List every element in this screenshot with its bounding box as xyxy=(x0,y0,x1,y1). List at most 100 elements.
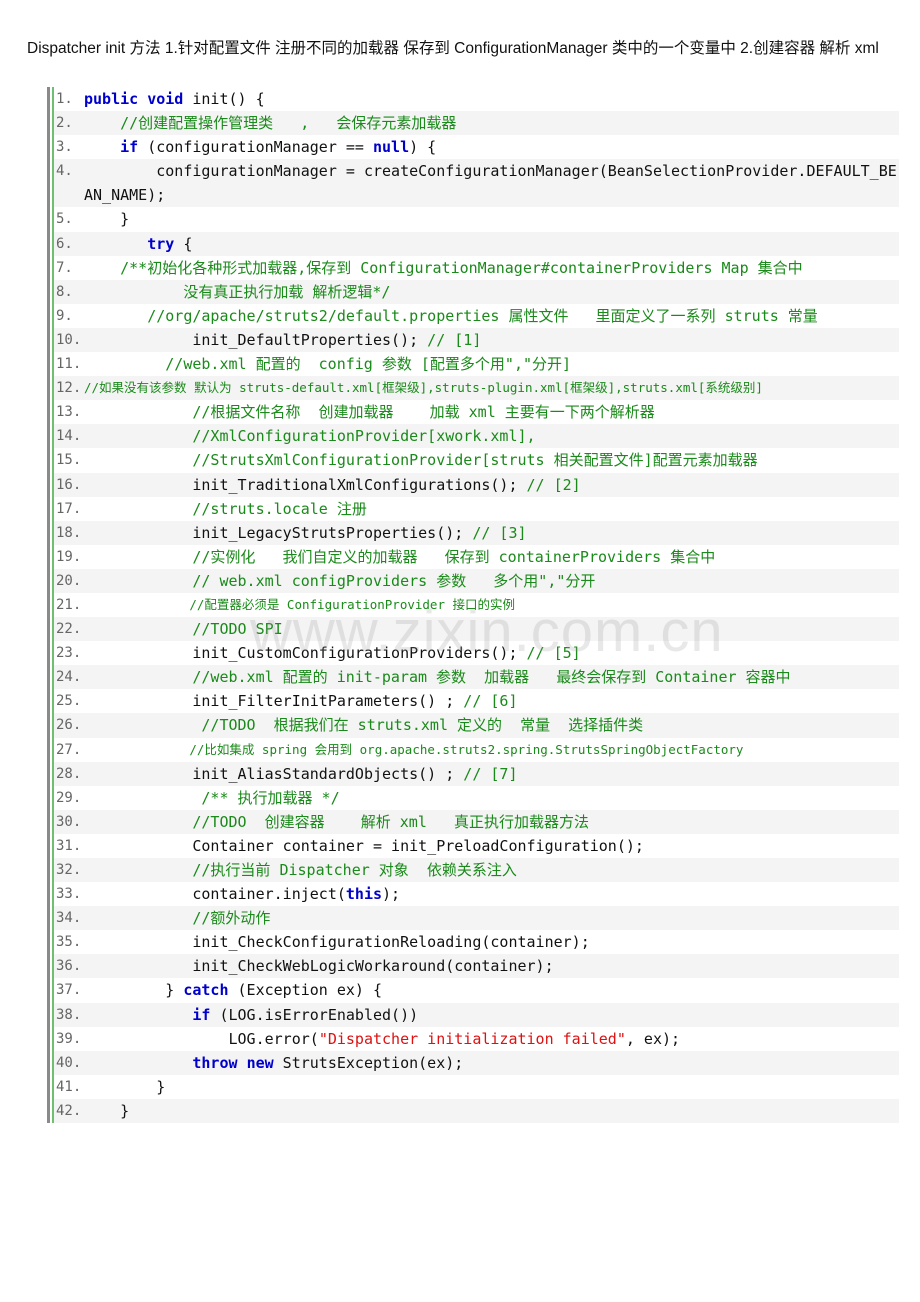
line-number: 30. xyxy=(56,813,82,830)
code-line: 11. //web.xml 配置的 config 参数 [配置多个用","分开] xyxy=(52,352,899,377)
keyword: void xyxy=(147,90,184,108)
line-number: 22. xyxy=(56,621,82,638)
code-line: 28. init_AliasStandardObjects() ; // [7] xyxy=(52,761,899,786)
line-number: 28. xyxy=(56,765,82,782)
line-number: 23. xyxy=(56,645,82,662)
code-line: 24. //web.xml 配置的 init-param 参数 加载器 最终会保… xyxy=(52,665,899,690)
code-line: 38. if (LOG.isErrorEnabled()) xyxy=(52,1002,899,1027)
line-number: 31. xyxy=(56,837,82,854)
code-text: } catch (Exception ex) { xyxy=(84,978,899,1002)
code-text: container.inject(this); xyxy=(84,882,899,906)
code-text: //web.xml 配置的 config 参数 [配置多个用","分开] xyxy=(84,352,899,376)
code-text: init_LegacyStrutsProperties(); // [3] xyxy=(84,521,899,545)
line-number: 15. xyxy=(56,452,82,469)
code-line: 9. //org/apache/struts2/default.properti… xyxy=(52,303,899,328)
comment: // [3] xyxy=(472,523,527,542)
code-line: 5. } xyxy=(52,207,899,232)
code-line: 3. if (configurationManager == null) { xyxy=(52,135,899,160)
code-line: 2. //创建配置操作管理类 , 会保存元素加载器 xyxy=(52,111,899,136)
line-number: 21. xyxy=(56,596,82,613)
code-text: init_DefaultProperties(); // [1] xyxy=(84,328,899,352)
comment: //根据文件名称 创建加载器 加载 xml 主要有一下两个解析器 xyxy=(192,403,655,422)
comment: // [7] xyxy=(463,764,518,783)
code-text: /**初始化各种形式加载器,保存到 ConfigurationManager#c… xyxy=(84,256,899,280)
code-text: 没有真正执行加载 解析逻辑*/ xyxy=(84,280,899,304)
keyword: if xyxy=(120,138,139,157)
code-text: init_CheckWebLogicWorkaround(container); xyxy=(84,954,899,978)
code-text: //org/apache/struts2/default.properties … xyxy=(84,304,899,328)
code-token: } xyxy=(84,210,130,229)
line-number: 6. xyxy=(56,235,73,252)
code-text: //创建配置操作管理类 , 会保存元素加载器 xyxy=(84,111,899,135)
code-text: //额外动作 xyxy=(84,906,899,930)
code-token: { xyxy=(174,234,193,253)
comment: //如果没有该参数 默认为 struts-default.xml[框架级],st… xyxy=(84,380,763,396)
code-text: init_AliasStandardObjects() ; // [7] xyxy=(84,762,899,786)
comment: //创建配置操作管理类 , 会保存元素加载器 xyxy=(120,114,457,133)
line-number: 12. xyxy=(56,380,82,397)
code-text: //web.xml 配置的 init-param 参数 加载器 最终会保存到 C… xyxy=(84,665,899,689)
code-line: 30. //TODO 创建容器 解析 xml 真正执行加载器方法 xyxy=(52,809,899,834)
line-number: 18. xyxy=(56,524,82,541)
code-line: 19. //实例化 我们自定义的加载器 保存到 containerProvide… xyxy=(52,544,899,569)
line-number: 36. xyxy=(56,958,82,975)
comment: 没有真正执行加载 解析逻辑*/ xyxy=(84,282,391,301)
line-number: 42. xyxy=(56,1102,82,1119)
line-number: 35. xyxy=(56,934,82,951)
comment: //org/apache/struts2/default.properties … xyxy=(147,306,818,325)
code-line: 14. //XmlConfigurationProvider[xwork.xml… xyxy=(52,424,899,449)
string-literal: "Dispatcher initialization failed" xyxy=(318,1029,626,1048)
code-token: init_CheckWebLogicWorkaround(container); xyxy=(84,957,554,976)
line-number: 39. xyxy=(56,1030,82,1047)
code-line: 13. //根据文件名称 创建加载器 加载 xml 主要有一下两个解析器 xyxy=(52,400,899,425)
code-line: 20. // web.xml configProviders 参数 多个用","… xyxy=(52,568,899,593)
code-text: if (configurationManager == null) { xyxy=(84,135,899,159)
code-line: 29. /** 执行加载器 */ xyxy=(52,785,899,810)
comment: //配置器必须是 ConfigurationProvider 接口的实例 xyxy=(189,596,516,612)
code-text: //执行当前 Dispatcher 对象 依赖关系注入 xyxy=(84,858,899,882)
code-line: 32. //执行当前 Dispatcher 对象 依赖关系注入 xyxy=(52,858,899,883)
code-token: LOG.error( xyxy=(84,1029,319,1048)
keyword: null xyxy=(373,138,410,157)
code-line: 12.//如果没有该参数 默认为 struts-default.xml[框架级]… xyxy=(52,376,899,401)
code-text: configurationManager = createConfigurati… xyxy=(84,159,899,207)
line-number: 27. xyxy=(56,741,82,758)
line-number: 7. xyxy=(56,259,73,276)
code-text: try { xyxy=(84,232,899,256)
code-token: init_CheckConfigurationReloading(contain… xyxy=(84,933,590,952)
line-number: 32. xyxy=(56,862,82,878)
code-token: ); xyxy=(382,885,401,904)
comment: /** 执行加载器 */ xyxy=(201,788,340,807)
comment: // [1] xyxy=(427,330,482,349)
code-text: /** 执行加载器 */ xyxy=(84,786,899,810)
line-number: 33. xyxy=(56,886,82,903)
line-number: 2. xyxy=(56,115,73,132)
comment: //实例化 我们自定义的加载器 保存到 containerProviders 集… xyxy=(192,547,716,566)
code-token: } xyxy=(84,1077,166,1096)
code-line: 40. throw new StrutsException(ex); xyxy=(52,1050,899,1075)
keyword: catch xyxy=(183,981,229,1000)
code-token: (LOG.isErrorEnabled()) xyxy=(210,1005,419,1024)
line-number: 20. xyxy=(56,572,82,589)
code-token: } xyxy=(84,981,184,1000)
code-line: 33. container.inject(this); xyxy=(52,882,899,907)
code-token: Container container = init_PreloadConfig… xyxy=(84,836,644,855)
code-text: //比如集成 spring 会用到 org.apache.struts2.spr… xyxy=(84,738,899,762)
code-token: init() { xyxy=(183,90,265,108)
code-token: (configurationManager == xyxy=(138,138,373,157)
code-text: } xyxy=(84,207,899,231)
code-text: Container container = init_PreloadConfig… xyxy=(84,834,899,858)
line-number: 41. xyxy=(56,1078,82,1095)
line-number: 38. xyxy=(56,1006,82,1023)
